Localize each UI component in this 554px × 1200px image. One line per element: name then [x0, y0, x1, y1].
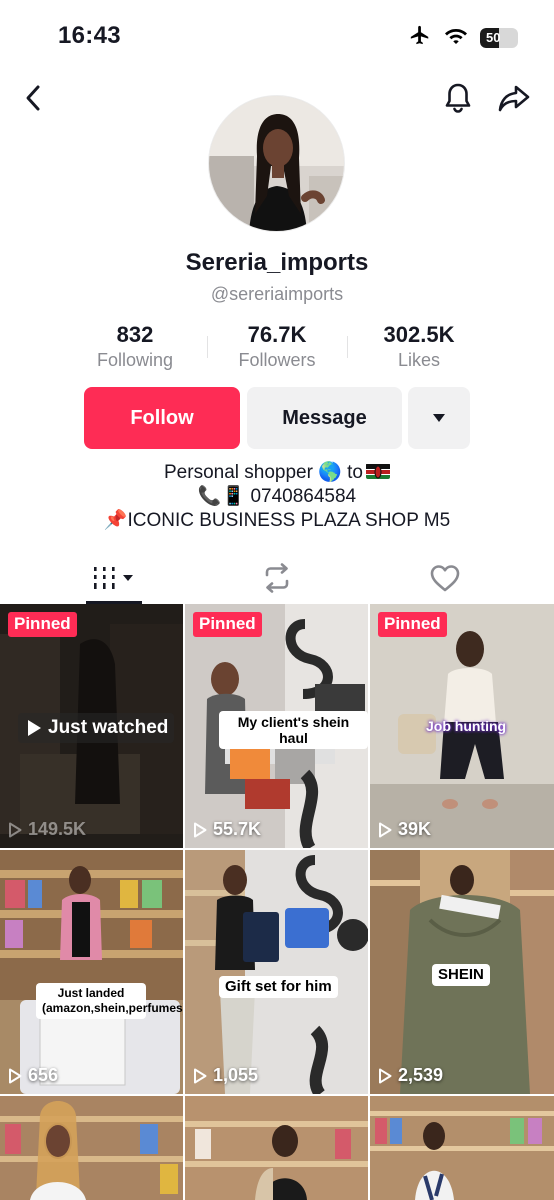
followers-count: 76.7K — [247, 322, 307, 347]
kenya-flag-icon — [366, 463, 390, 479]
heart-outline-icon — [430, 565, 460, 592]
video-thumbnail[interactable] — [0, 1096, 183, 1200]
play-outline-icon — [379, 1068, 392, 1083]
pinned-badge: Pinned — [378, 612, 447, 637]
pinned-badge: Pinned — [8, 612, 77, 637]
video-thumbnail[interactable] — [185, 1096, 368, 1200]
view-count: 55.7K — [193, 819, 261, 840]
following-count: 832 — [116, 322, 154, 347]
video-thumbnail[interactable]: Pinned Just watched 149.5K — [0, 604, 183, 848]
profile-bio: Personal shopper 🌎 to 📞📱 0740864584 📌ICO… — [0, 461, 554, 533]
thumbnail-image — [185, 850, 368, 1094]
video-caption: Job hunting — [426, 718, 507, 734]
content-tabs — [0, 552, 554, 604]
notifications-button[interactable] — [440, 80, 476, 116]
tab-reposts[interactable] — [232, 552, 322, 604]
view-count: 39K — [378, 819, 431, 840]
status-time: 16:43 — [58, 22, 121, 49]
play-outline-icon — [194, 1068, 207, 1083]
thumbnail-image — [185, 1096, 368, 1200]
view-count-text: 55.7K — [213, 819, 262, 839]
likes-count: 302.5K — [383, 322, 455, 347]
view-count-text: 149.5K — [28, 819, 87, 839]
tab-liked[interactable] — [400, 552, 490, 604]
play-icon — [28, 720, 41, 736]
play-outline-icon — [9, 822, 22, 837]
stat-followers[interactable]: 76.7K Followers — [197, 322, 357, 371]
caret-down-icon — [433, 414, 445, 422]
bio-line-1: Personal shopper 🌎 to — [0, 461, 554, 485]
airplane-icon — [408, 24, 432, 51]
followers-label: Followers — [238, 350, 316, 370]
view-count-text: 656 — [28, 1065, 59, 1085]
status-icons: 50 — [408, 24, 518, 51]
video-thumbnail[interactable]: SHEIN 2,539 — [370, 850, 554, 1094]
profile-actions: Follow Message — [0, 387, 554, 449]
pinned-badge: Pinned — [193, 612, 262, 637]
stat-following[interactable]: 832 Following — [55, 322, 215, 371]
bell-icon — [445, 83, 471, 113]
video-thumbnail[interactable]: Pinned Job hunting 39K — [370, 604, 554, 848]
bio-line-2: 📞📱 0740864584 — [197, 486, 357, 507]
chevron-left-icon — [26, 85, 40, 111]
share-arrow-icon — [498, 85, 530, 112]
follow-button[interactable]: Follow — [84, 387, 240, 449]
back-button[interactable] — [18, 82, 48, 114]
stat-likes[interactable]: 302.5K Likes — [339, 322, 499, 371]
following-label: Following — [96, 350, 174, 370]
video-thumbnail[interactable]: Gift set for him 1,055 — [185, 850, 368, 1094]
status-bar: 16:43 50 — [0, 0, 554, 70]
view-count: 149.5K — [8, 819, 86, 840]
play-outline-icon — [379, 822, 392, 837]
video-thumbnail[interactable] — [370, 1096, 554, 1200]
more-options-button[interactable] — [408, 387, 470, 449]
view-count-text: 2,539 — [398, 1065, 444, 1085]
bio-line-1-text: Personal shopper 🌎 to — [164, 462, 363, 483]
video-thumbnail[interactable]: Just landed (amazon,shein,perfumes) 656 — [0, 850, 183, 1094]
play-outline-icon — [194, 822, 207, 837]
videos-grid-icon — [94, 567, 133, 589]
profile-handle: @sereriaimports — [210, 284, 344, 304]
thumbnail-image — [0, 850, 183, 1094]
video-caption: Gift set for him — [219, 976, 338, 998]
view-count-text: 39K — [398, 819, 432, 839]
video-thumbnail[interactable]: Pinned My client's shein haul 55.7K — [185, 604, 368, 848]
just-watched-label: Just watched — [18, 713, 174, 743]
bio-line-3: 📌ICONIC BUSINESS PLAZA SHOP M5 — [103, 510, 451, 531]
view-count-text: 1,055 — [213, 1065, 259, 1085]
profile-stats: 832 Following 76.7K Followers 302.5K Lik… — [0, 322, 554, 378]
play-outline-icon — [9, 1068, 22, 1083]
likes-label: Likes — [397, 350, 441, 370]
view-count: 1,055 — [193, 1065, 258, 1086]
profile-username: Sereria_imports — [185, 249, 369, 276]
thumbnail-image — [0, 1096, 183, 1200]
video-grid: Pinned Just watched 149.5K Pinned My cli… — [0, 604, 554, 1200]
just-watched-text: Just watched — [48, 717, 169, 738]
battery-level: 50 — [486, 30, 501, 45]
view-count: 656 — [8, 1065, 58, 1086]
tab-videos[interactable] — [70, 552, 160, 604]
profile-avatar[interactable] — [208, 95, 345, 232]
view-count: 2,539 — [378, 1065, 443, 1086]
video-caption: Just landed (amazon,shein,perfumes) — [36, 983, 183, 1019]
video-caption: SHEIN — [432, 964, 490, 986]
thumbnail-image — [370, 1096, 554, 1200]
wifi-icon — [444, 25, 468, 50]
message-button[interactable]: Message — [247, 387, 402, 449]
video-caption: My client's shein haul — [219, 711, 368, 749]
share-button[interactable] — [496, 80, 532, 116]
battery-indicator: 50 — [480, 27, 518, 48]
reposts-icon — [265, 563, 289, 593]
